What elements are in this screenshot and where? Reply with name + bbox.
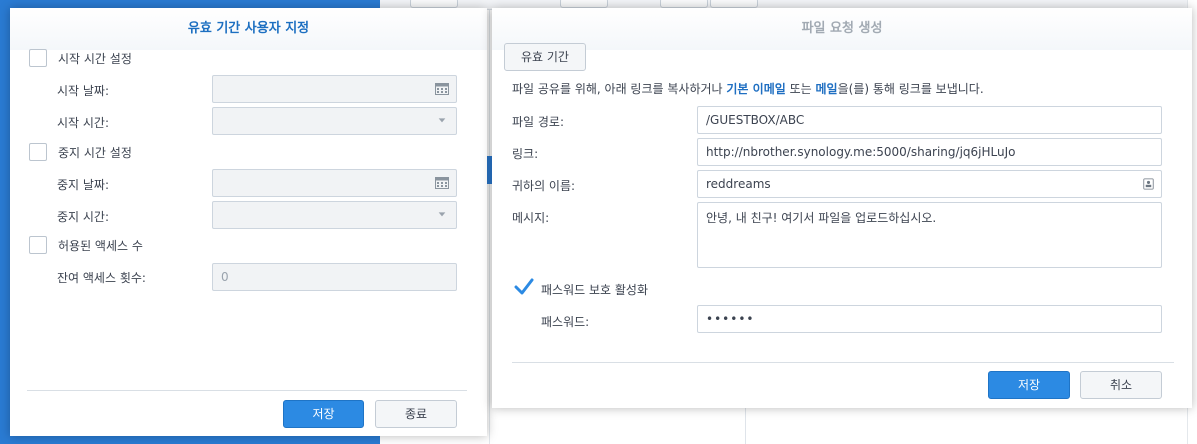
chevron-down-icon[interactable] — [435, 211, 449, 219]
save-button[interactable]: 저장 — [988, 371, 1070, 399]
info-prefix: 파일 공유를 위해, 아래 링크를 복사하거나 — [512, 82, 727, 96]
file-path-label: 파일 경로: — [512, 115, 565, 129]
remaining-access-input[interactable]: 0 — [212, 263, 457, 291]
dialog-title: 유효 기간 사용자 지정 — [10, 8, 487, 50]
file-request-dialog: 파일 요청 생성 유효 기간 파일 공유를 위해, 아래 링크를 복사하거나 기… — [492, 8, 1192, 408]
stop-time-checkbox-label: 중지 시간 설정 — [58, 146, 132, 160]
password-input[interactable]: •••••• — [697, 305, 1162, 333]
mail-link[interactable]: 메일 — [816, 82, 838, 96]
expiry-button[interactable]: 유효 기간 — [504, 43, 586, 71]
background-toolbar-button — [410, 0, 458, 8]
chevron-down-icon[interactable] — [435, 117, 449, 125]
file-path-input[interactable]: /GUESTBOX/ABC — [697, 106, 1162, 134]
password-label: 패스워드: — [541, 315, 590, 329]
expiry-dialog: 유효 기간 사용자 지정 시작 시간 설정 시작 날짜: 시작 시간: 중지 시… — [10, 8, 487, 436]
access-limit-checkbox[interactable] — [29, 236, 47, 254]
background-toolbar-button — [710, 0, 758, 8]
background-divider — [745, 405, 746, 444]
dialog-title: 파일 요청 생성 — [492, 8, 1192, 50]
your-name-input[interactable]: reddreams — [697, 170, 1162, 198]
start-date-input[interactable] — [212, 75, 457, 103]
your-name-label: 귀하의 이름: — [512, 179, 576, 193]
default-email-link[interactable]: 기본 이메일 — [726, 82, 785, 96]
footer-separator — [27, 390, 467, 391]
message-label: 메시지: — [512, 211, 550, 225]
start-date-label: 시작 날짜: — [57, 84, 110, 98]
your-name-value: reddreams — [706, 177, 771, 191]
stop-date-label: 중지 날짜: — [57, 178, 110, 192]
stop-date-input[interactable] — [212, 169, 457, 197]
background-toolbar-button — [660, 0, 708, 8]
link-input[interactable]: http://nbrother.synology.me:5000/sharing… — [697, 138, 1162, 166]
start-time-select[interactable] — [212, 107, 457, 135]
info-text: 파일 공유를 위해, 아래 링크를 복사하거나 기본 이메일 또는 메일을(를)… — [512, 80, 984, 97]
access-limit-checkbox-label: 허용된 액세스 수 — [58, 239, 143, 253]
calendar-icon[interactable] — [435, 177, 449, 189]
footer-separator — [512, 362, 1174, 363]
start-time-label: 시작 시간: — [57, 116, 110, 130]
start-time-checkbox[interactable] — [29, 49, 47, 67]
stop-time-checkbox[interactable] — [29, 143, 47, 161]
stop-time-select[interactable] — [212, 201, 457, 229]
info-middle: 또는 — [785, 82, 816, 96]
calendar-icon[interactable] — [435, 83, 449, 95]
password-protect-label: 패스워드 보호 활성화 — [541, 283, 648, 297]
password-protect-checkbox[interactable] — [514, 278, 534, 296]
background-toolbar-button — [560, 0, 608, 8]
start-time-checkbox-label: 시작 시간 설정 — [58, 52, 132, 66]
contact-card-icon[interactable] — [1143, 177, 1154, 191]
close-button[interactable]: 종료 — [375, 400, 457, 428]
save-button[interactable]: 저장 — [283, 400, 364, 428]
link-label: 링크: — [512, 147, 539, 161]
remaining-access-label: 잔여 액세스 횟수: — [57, 271, 146, 285]
info-suffix: 을(를) 통해 링크를 보냅니다. — [837, 82, 984, 96]
cancel-button[interactable]: 취소 — [1080, 371, 1162, 399]
stop-time-label: 중지 시간: — [57, 210, 110, 224]
message-textarea[interactable]: 안녕, 내 친구! 여기서 파일을 업로드하십시오. — [697, 202, 1162, 268]
